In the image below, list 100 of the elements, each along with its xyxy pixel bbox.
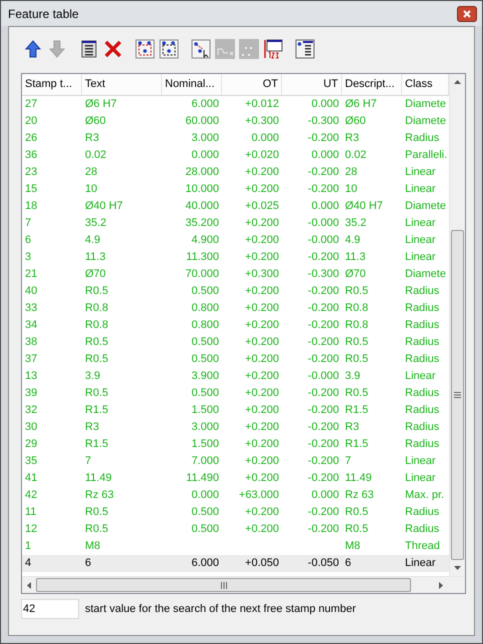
table-cell-text: 12: [25, 522, 38, 538]
table-cell-text: -0.200: [308, 403, 339, 418]
scroll-right-icon[interactable]: [439, 582, 443, 588]
close-button[interactable]: [457, 6, 477, 22]
table-cell-text: R1.5: [345, 403, 368, 418]
table-cell-text: -0.200: [308, 437, 339, 452]
table-cell-text: 0.500: [191, 352, 219, 368]
toolbar-button[interactable]: [191, 39, 211, 59]
table-cell-text: 3.9: [345, 369, 360, 384]
table-cell-text: 4.9: [345, 233, 360, 248]
table-cell-text: 0.000: [191, 148, 219, 164]
table-cell-text: -0.300: [308, 267, 339, 282]
vertical-scrollbar[interactable]: [449, 74, 465, 576]
start-value-field[interactable]: 42: [21, 599, 79, 619]
column-header[interactable]: Stamp t...: [22, 74, 82, 95]
table-cell-text: 11.490: [186, 471, 219, 486]
table-cell-text: Diamete: [405, 199, 446, 214]
table-cell-text: 11: [25, 505, 36, 520]
table-cell-text: R3: [345, 420, 360, 436]
table-cell-text: 3.000: [191, 131, 219, 146]
table-cell-text: 42: [25, 488, 38, 504]
table-cell-text: R0.5: [345, 284, 368, 300]
pointer-icon: [191, 39, 211, 59]
table-cell-text: 11.300: [186, 250, 219, 266]
table-cell-text: R0.5: [85, 505, 108, 520]
table-cell-text: 32: [25, 403, 38, 418]
table-cell-text: R1.5: [345, 437, 368, 452]
table-cell-text: -0.200: [308, 522, 339, 538]
table-cell-text: +0.200: [245, 182, 279, 198]
table-cell-text: 4.900: [191, 233, 219, 248]
table-cell-text: -0.200: [308, 420, 339, 436]
table-cell-text: 11.3: [85, 250, 106, 266]
toolbar-button[interactable]: [79, 39, 99, 59]
table-cell-text: 28: [85, 165, 98, 180]
table-cell-text: 35.2: [85, 216, 106, 232]
horizontal-scrollbar[interactable]: [22, 576, 465, 593]
toolbar-button[interactable]: [263, 39, 283, 59]
column-header[interactable]: Text: [82, 74, 162, 95]
toolbar-button[interactable]: [23, 39, 43, 59]
table-cell-text: -0.200: [308, 250, 339, 266]
table-cell-text: Linear: [405, 165, 436, 180]
table-cell-text: 70.000: [185, 267, 219, 282]
table-cell-text: Ø6 H7: [345, 97, 377, 112]
table-cell-text: 35.2: [345, 216, 366, 232]
table-cell-text: +0.200: [245, 318, 279, 334]
table-cell-text: +0.200: [245, 420, 279, 436]
field-label: start value for the search of the next free stamp number: [85, 602, 356, 617]
column-header[interactable]: Nominal...: [162, 74, 222, 95]
column-header[interactable]: Descript...: [342, 74, 402, 95]
table-cell-text: R3: [345, 131, 360, 146]
table-cell-text: 0.500: [191, 284, 219, 300]
scroll-up-icon[interactable]: [454, 80, 461, 84]
table-cell-text: 33: [25, 301, 38, 316]
table-cell-text: +0.200: [245, 505, 279, 520]
delete-button[interactable]: [103, 39, 123, 59]
table-cell-text: Radius: [405, 505, 440, 520]
table-cell-text: +0.012: [245, 97, 279, 112]
table-cell-text: Paralleli.: [405, 148, 448, 164]
column-header[interactable]: OT: [222, 74, 282, 95]
scroll-thumb[interactable]: [451, 230, 464, 560]
table-cell-text: Thread: [405, 539, 440, 554]
dots-icon: [239, 39, 259, 59]
table-cell-text: R3: [85, 420, 100, 436]
table-cell-text: 0.000: [251, 131, 279, 146]
table-cell-text: Diamete: [405, 114, 446, 130]
table-cell-text: -0.200: [308, 505, 339, 520]
table-row[interactable]: 4 6 6.000 +0.050 -0.050 6 Linear: [22, 555, 449, 572]
table-cell-text: 40.000: [185, 199, 219, 214]
table-cell-text: Radius: [405, 420, 440, 436]
table-cell-text: 41: [25, 471, 38, 486]
table-cell-text: Linear: [405, 454, 436, 470]
table-cell-text: 35: [25, 454, 38, 470]
toolbar-button[interactable]: [159, 39, 179, 59]
scroll-down-icon[interactable]: [454, 566, 461, 570]
table-cell-text: +0.200: [245, 522, 279, 538]
table-cell-text: 0.000: [311, 148, 339, 164]
table-cell-text: Ø40 H7: [345, 199, 383, 214]
table-cell-text: 4.9: [85, 233, 100, 248]
table-cell-text: R0.5: [345, 522, 368, 538]
table-cell-text: 7: [345, 454, 352, 470]
table-cell-text: Ø60: [85, 114, 106, 130]
toolbar-button[interactable]: [295, 39, 315, 59]
table-cell-text: Radius: [405, 131, 440, 146]
table-cell-text: R0.5: [345, 335, 368, 350]
table-cell-text: 37: [25, 352, 38, 368]
toolbar-button[interactable]: [135, 39, 155, 59]
close-icon: [463, 10, 471, 18]
column-header[interactable]: UT: [282, 74, 342, 95]
grip-icon: [220, 582, 226, 588]
table-cell-text: +63.000: [238, 488, 279, 504]
table-cell-text: 7.000: [191, 454, 219, 470]
table-cell-text: 40: [25, 284, 38, 300]
table-cell-text: -0.200: [308, 318, 339, 334]
scroll-thumb[interactable]: [36, 578, 411, 592]
table-cell-text: Ø70: [345, 267, 366, 282]
table-cell-text: Radius: [405, 335, 440, 350]
table-cell-text: 0.500: [191, 386, 219, 402]
scroll-left-icon[interactable]: [27, 582, 31, 588]
table-cell-text: +0.200: [245, 250, 279, 266]
table-cell-text: 3.900: [191, 369, 219, 384]
